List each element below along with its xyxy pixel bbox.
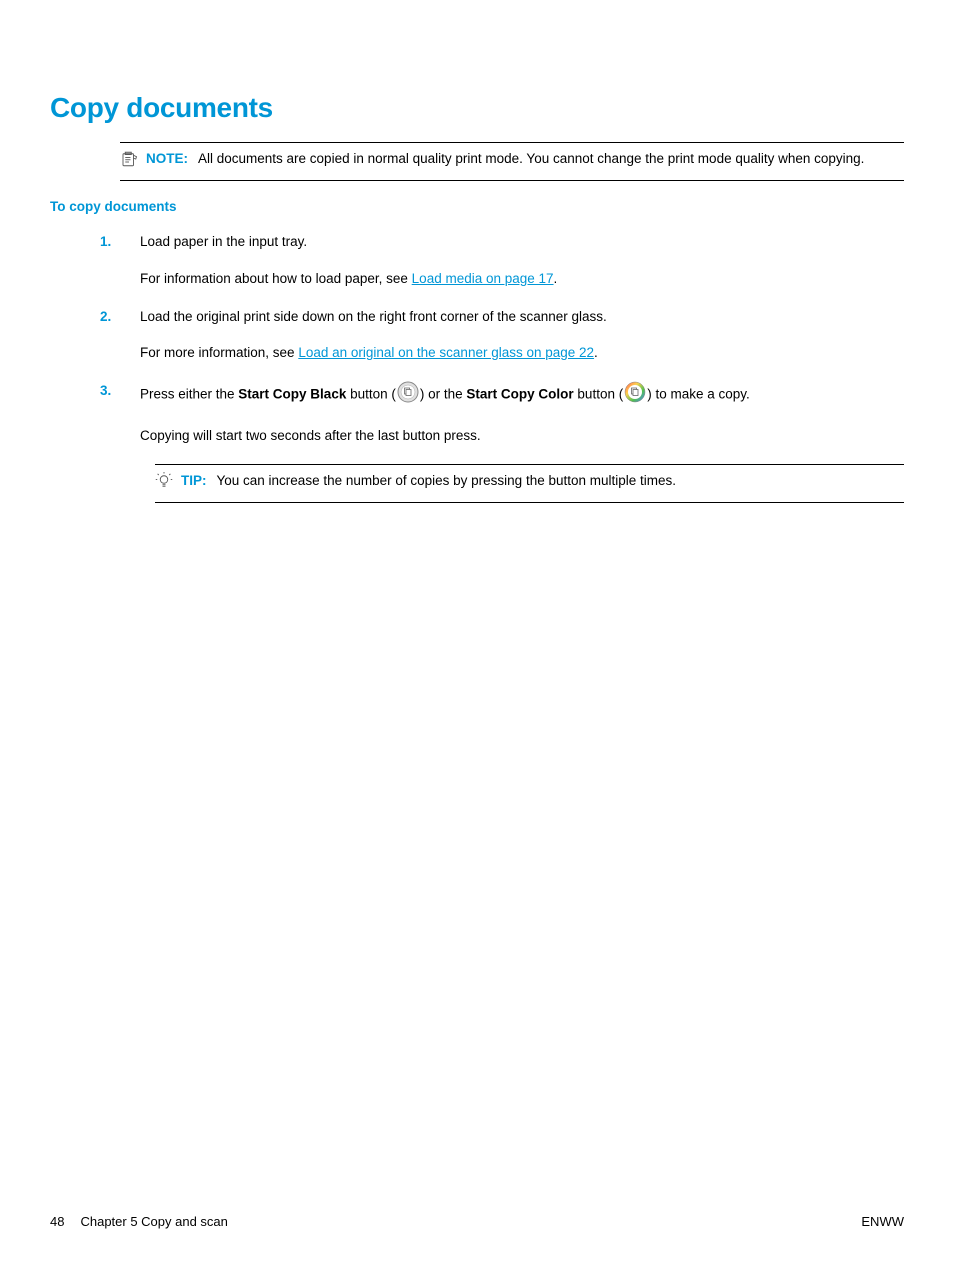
copy-black-button-icon xyxy=(397,381,419,409)
step-number: 1. xyxy=(100,232,111,252)
label-start-copy-black: Start Copy Black xyxy=(238,387,346,402)
tip-text: TIP:You can increase the number of copie… xyxy=(181,471,904,491)
footer-page-number: 48 xyxy=(50,1214,64,1229)
step-1-line-2: For information about how to load paper,… xyxy=(140,269,904,289)
step-2: 2. Load the original print side down on … xyxy=(140,307,904,364)
step-number: 2. xyxy=(100,307,111,327)
step-3-line-2: Copying will start two seconds after the… xyxy=(140,426,904,446)
link-load-original[interactable]: Load an original on the scanner glass on… xyxy=(298,345,594,360)
tip-label: TIP: xyxy=(181,473,207,488)
footer-chapter: Chapter 5 Copy and scan xyxy=(80,1214,227,1229)
step-number: 3. xyxy=(100,381,111,401)
footer-region: ENWW xyxy=(861,1214,904,1229)
step-3: 3. Press either the Start Copy Black but… xyxy=(140,381,904,446)
page-title: Copy documents xyxy=(50,92,904,124)
page-container: Copy documents NOTE:All documents are co… xyxy=(0,0,954,1271)
step-1-line-1: Load paper in the input tray. xyxy=(140,232,904,252)
tip-icon xyxy=(155,472,173,496)
note-text: NOTE:All documents are copied in normal … xyxy=(146,149,904,169)
steps-list: 1. Load paper in the input tray. For inf… xyxy=(140,232,904,446)
label-start-copy-color: Start Copy Color xyxy=(466,387,573,402)
copy-color-button-icon xyxy=(624,381,646,409)
note-callout: NOTE:All documents are copied in normal … xyxy=(120,142,904,181)
note-icon xyxy=(120,150,138,174)
step-3-line-1: Press either the Start Copy Black button… xyxy=(140,381,904,409)
page-footer: 48 Chapter 5 Copy and scan ENWW xyxy=(50,1214,904,1229)
step-2-line-2: For more information, see Load an origin… xyxy=(140,343,904,363)
note-label: NOTE: xyxy=(146,151,188,166)
step-1: 1. Load paper in the input tray. For inf… xyxy=(140,232,904,289)
link-load-media[interactable]: Load media on page 17 xyxy=(412,271,554,286)
tip-callout: TIP:You can increase the number of copie… xyxy=(155,464,904,503)
section-subheading: To copy documents xyxy=(50,199,904,214)
step-2-line-1: Load the original print side down on the… xyxy=(140,307,904,327)
